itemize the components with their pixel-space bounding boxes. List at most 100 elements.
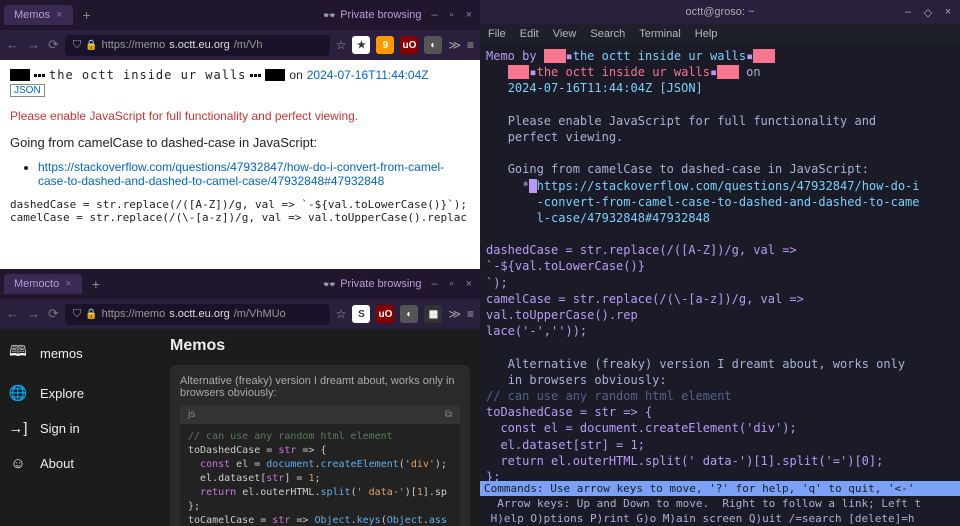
sidebar-item-signin[interactable]: →] Sign in xyxy=(8,420,152,437)
url-domain: s.octt.eu.org xyxy=(169,308,230,320)
maximize-button[interactable]: ▫ xyxy=(446,9,458,21)
back-button[interactable]: ← xyxy=(6,306,19,322)
code-line: camelCase = str.replace(/(\-[a-z])/g, va… xyxy=(10,211,470,224)
code-header: js ⧉ xyxy=(180,405,460,424)
tab-memos[interactable]: Memos × xyxy=(4,5,73,25)
signin-icon: →] xyxy=(8,420,28,437)
ext-icon[interactable]: S xyxy=(352,305,370,323)
menu-edit[interactable]: Edit xyxy=(520,28,539,40)
close-icon[interactable]: × xyxy=(56,9,62,21)
code-line: camelCase = str.replace(/(\-[a-z])/g, va… xyxy=(486,292,811,338)
sidebar-item-about[interactable]: ☺ About xyxy=(8,455,152,472)
reload-button[interactable]: ⟳ xyxy=(48,37,59,53)
hamburger-icon[interactable]: ≡ xyxy=(467,307,474,321)
url-path: /m/Vh xyxy=(234,39,263,51)
shield-icon: ⛉ xyxy=(73,39,81,52)
on-text: on xyxy=(289,68,302,82)
tab-bar: Memos × + 👓 Private browsing – ▫ × xyxy=(0,0,480,30)
ext-icon[interactable]: ◐ xyxy=(400,305,418,323)
menu-search[interactable]: Search xyxy=(590,28,625,40)
main-panel: Memos Alternative (freaky) version I dre… xyxy=(160,329,480,526)
forward-button[interactable]: → xyxy=(27,306,40,322)
new-tab-button[interactable]: + xyxy=(75,7,99,23)
sidebar: 🕮 memos 🌐 Explore →] Sign in ☺ About xyxy=(0,329,160,526)
url-bar: ← → ⟳ ⛉ 🔒 https://memos.octt.eu.org/m/Vh… xyxy=(0,30,480,60)
back-button[interactable]: ← xyxy=(6,37,19,53)
hamburger-icon[interactable]: ≡ xyxy=(467,38,474,52)
maximize-button[interactable]: ▫ xyxy=(446,278,458,290)
maximize-button[interactable]: ◇ xyxy=(922,6,934,19)
minimize-button[interactable]: – xyxy=(902,6,914,19)
menu-view[interactable]: View xyxy=(553,28,577,40)
tab-label: Memos xyxy=(14,9,50,21)
address-bar[interactable]: ⛉ 🔒 https://memos.octt.eu.org/m/Vh xyxy=(65,35,330,56)
tab-memocto[interactable]: Memocto × xyxy=(4,274,82,294)
minimize-button[interactable]: – xyxy=(428,9,442,21)
memo-card: Alternative (freaky) version I dreamt ab… xyxy=(170,365,470,526)
alt-text: Alternative (freaky) version I dreamt ab… xyxy=(486,357,905,387)
code-line: dashedCase = str.replace(/([A-Z])/g, val… xyxy=(10,198,470,211)
so-link[interactable]: https://stackoverflow.com/questions/4793… xyxy=(38,160,444,188)
ext-icon[interactable]: ★ xyxy=(352,36,370,54)
date: 2024-07-16T11:44:04Z xyxy=(508,81,653,95)
sidebar-item-explore[interactable]: 🌐 Explore xyxy=(8,384,152,402)
menu-button[interactable]: ≫ xyxy=(448,38,461,52)
avatar-block xyxy=(10,69,30,81)
copy-icon[interactable]: ⧉ xyxy=(445,409,452,420)
memo-by: Memo by xyxy=(486,49,537,63)
close-icon[interactable]: × xyxy=(65,278,71,290)
mask-icon: 👓 xyxy=(323,278,337,291)
url-prefix: https://memo xyxy=(102,39,166,51)
minimize-button[interactable]: – xyxy=(428,278,442,290)
sidebar-label: memos xyxy=(40,346,83,361)
menu-help[interactable]: Help xyxy=(695,28,718,40)
menu-file[interactable]: File xyxy=(488,28,506,40)
menu-terminal[interactable]: Terminal xyxy=(639,28,681,40)
forward-button[interactable]: → xyxy=(27,37,40,53)
ext-icon[interactable]: 9 xyxy=(376,36,394,54)
memo-heading: Going from camelCase to dashed-case in J… xyxy=(10,135,470,150)
status-bar: Commands: Use arrow keys to move, '?' fo… xyxy=(480,481,960,496)
terminal-output[interactable]: Memo by ▪the octt inside ur walls▪ ▪the … xyxy=(480,44,960,481)
ext-icon[interactable]: uO xyxy=(376,305,394,323)
json-badge[interactable]: JSON xyxy=(10,84,45,97)
shield-icon: ⛉ xyxy=(73,308,81,321)
smile-icon: ☺ xyxy=(8,455,28,472)
code-line: dashedCase = str.replace(/([A-Z])/g, val… xyxy=(486,243,804,289)
json-badge: [JSON] xyxy=(659,81,702,95)
tab-bar: Memocto × + 👓 Private browsing – ▫ × xyxy=(0,269,480,299)
new-tab-button[interactable]: + xyxy=(84,276,108,292)
ext-icon[interactable]: ▦ xyxy=(424,305,442,323)
js-warning: Please enable JavaScript for full functi… xyxy=(486,114,876,144)
extensions: ★ 9 uO ◐ ≫ ≡ xyxy=(352,36,474,54)
code-block: // can use any random html element toDas… xyxy=(180,424,460,526)
fn-code: toDashedCase = str => { const el = docum… xyxy=(486,405,883,481)
page-title: Memos xyxy=(170,337,470,355)
private-label: Private browsing xyxy=(340,9,421,21)
close-button[interactable]: × xyxy=(462,278,476,290)
private-label: Private browsing xyxy=(340,278,421,290)
so-link: https://stackoverflow.com/questions/4793… xyxy=(486,179,920,225)
close-button[interactable]: × xyxy=(942,6,954,19)
avatar-block xyxy=(265,69,285,81)
author: the octt inside ur walls xyxy=(573,49,746,63)
card-text: Alternative (freaky) version I dreamt ab… xyxy=(180,375,460,399)
extensions: S uO ◐ ▦ ≫ ≡ xyxy=(352,305,474,323)
close-button[interactable]: × xyxy=(462,9,476,21)
reload-button[interactable]: ⟳ xyxy=(48,306,59,322)
bookmark-icon[interactable]: ☆ xyxy=(336,307,347,321)
page-content: the octt inside ur walls on 2024-07-16T1… xyxy=(0,60,480,269)
sidebar-label: Explore xyxy=(40,386,84,401)
terminal-title: octt@groso: ~ xyxy=(686,6,755,18)
ext-icon[interactable]: ◐ xyxy=(424,36,442,54)
bookmark-icon[interactable]: ☆ xyxy=(336,38,347,52)
address-bar[interactable]: ⛉ 🔒 https://memos.octt.eu.org/m/VhMUo xyxy=(65,304,330,325)
menu-button[interactable]: ≫ xyxy=(448,307,461,321)
date-link[interactable]: 2024-07-16T11:44:04Z xyxy=(307,68,429,82)
sidebar-item-memos[interactable]: 🕮 memos xyxy=(8,341,152,366)
dots-icon xyxy=(250,74,261,77)
ext-icon[interactable]: uO xyxy=(400,36,418,54)
heading: Going from camelCase to dashed-case in J… xyxy=(508,162,869,176)
author: the octt inside ur walls xyxy=(49,68,246,82)
lock-icon: 🔒 xyxy=(85,40,97,51)
